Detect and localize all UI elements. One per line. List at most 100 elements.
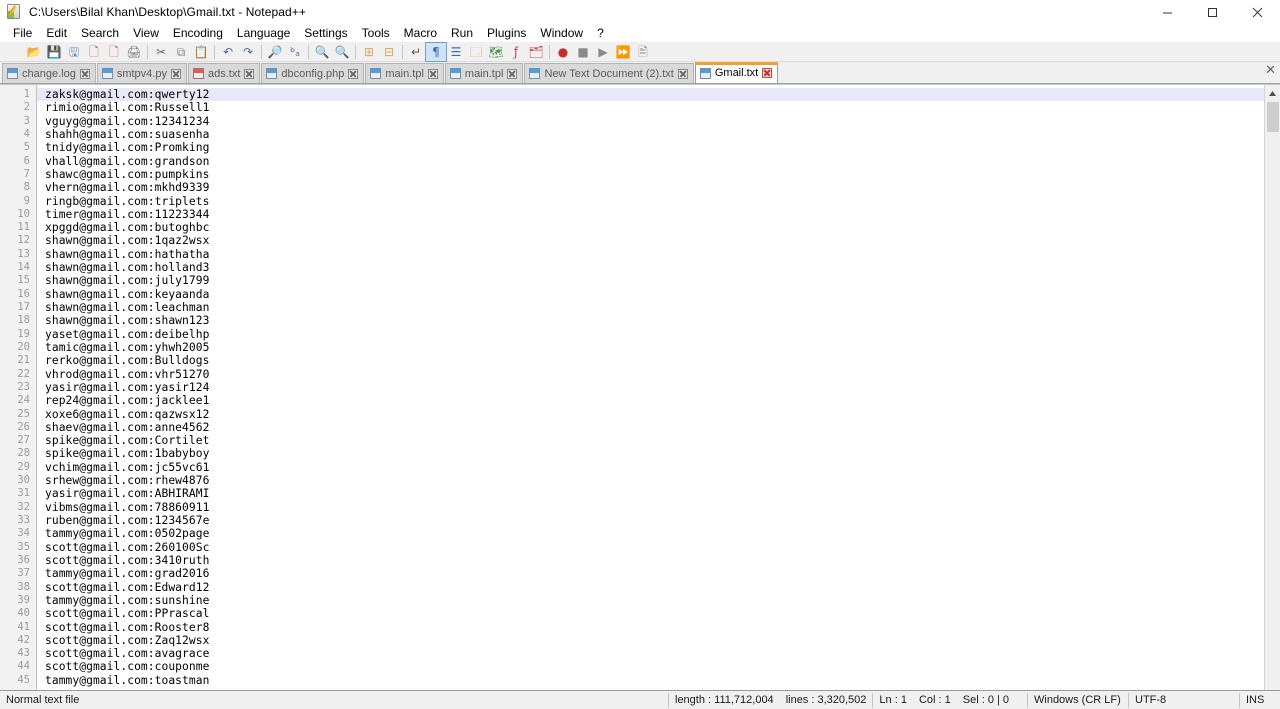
text-line[interactable]: rimio@gmail.com:Russell1 [45,101,1264,114]
scroll-up-arrow-icon[interactable] [1265,85,1280,101]
text-line[interactable]: tammy@gmail.com:0502page [45,527,1264,540]
macro-play-icon[interactable]: ▶ [593,43,613,61]
text-line[interactable]: xoxe6@gmail.com:qazwsx12 [45,408,1264,421]
text-line[interactable]: shawn@gmail.com:hathatha [45,248,1264,261]
text-line[interactable]: yasir@gmail.com:yasir124 [45,381,1264,394]
document-tab[interactable]: dbconfig.php [261,63,365,83]
text-line[interactable]: spike@gmail.com:Cortilet [45,434,1264,447]
close-button[interactable] [1235,0,1280,24]
user-defined-language-icon[interactable]: 🗔 [466,43,486,61]
tab-close-icon[interactable] [677,68,688,79]
function-list-icon[interactable]: ƒ [506,43,526,61]
tab-close-icon[interactable] [244,68,255,79]
paste-icon[interactable]: 📋 [191,43,211,61]
maximize-button[interactable] [1190,0,1235,24]
menu-view[interactable]: View [126,24,166,42]
macro-stop-icon[interactable]: ■ [573,43,593,61]
text-line[interactable]: vibms@gmail.com:78860911 [45,501,1264,514]
sync-horizontal-scroll-icon[interactable]: ⊟ [379,43,399,61]
text-line[interactable]: tammy@gmail.com:grad2016 [45,567,1264,580]
document-tab[interactable]: smtpv4.py [96,63,187,83]
document-tab[interactable]: Gmail.txt [694,62,779,83]
menu-encoding[interactable]: Encoding [166,24,230,42]
text-line[interactable]: scott@gmail.com:Rooster8 [45,621,1264,634]
save-all-icon[interactable]: 🖫 [64,43,84,61]
undo-icon[interactable]: ↶ [218,43,238,61]
zoom-in-icon[interactable]: 🔍 [312,43,332,61]
code-area[interactable]: 1 2 3 4 5 6 7 8 9 10 11 12 13 14 15 16 17 18 19 20 21 22 23 24 2… [0,85,1264,690]
tab-close-icon[interactable] [762,68,773,78]
text-line[interactable]: rep24@gmail.com:jacklee1 [45,394,1264,407]
text-line[interactable]: shawn@gmail.com:1qaz2wsx [45,234,1264,247]
text-line[interactable]: scott@gmail.com:couponme [45,660,1264,673]
text-line[interactable]: scott@gmail.com:Zaq12wsx [45,634,1264,647]
text-line[interactable]: shawn@gmail.com:july1799 [45,274,1264,287]
tab-close-icon[interactable] [507,68,518,79]
find-icon[interactable]: 🔎 [265,43,285,61]
text-line[interactable]: tammy@gmail.com:sunshine [45,594,1264,607]
document-map-icon[interactable]: 🗺 [486,43,506,61]
zoom-out-icon[interactable]: 🔍 [332,43,352,61]
cut-icon[interactable]: ✂ [151,43,171,61]
status-encoding[interactable]: UTF-8 [1129,691,1239,709]
menu-help[interactable]: ? [590,24,611,42]
text-line[interactable]: timer@gmail.com:11223344 [45,208,1264,221]
tab-close-icon[interactable] [170,68,181,79]
text-content[interactable]: zaksk@gmail.com:qwerty12 rimio@gmail.com:… [37,85,1264,690]
vertical-scrollbar[interactable] [1264,85,1280,690]
close-document-icon[interactable]: ✕ [1265,63,1276,77]
text-line[interactable]: tamic@gmail.com:yhwh2005 [45,341,1264,354]
document-list-icon[interactable]: 🗂 [526,43,546,61]
macro-run-multiple-icon[interactable]: ⏩ [613,43,633,61]
text-line[interactable]: scott@gmail.com:Edward12 [45,581,1264,594]
menu-file[interactable]: File [6,24,39,42]
text-line[interactable]: yaset@gmail.com:deibelhp [45,328,1264,341]
text-line[interactable]: zaksk@gmail.com:qwerty12 [37,88,1264,102]
run-macro-dialog-icon[interactable]: 🖹 [633,43,653,61]
text-line[interactable]: tammy@gmail.com:toastman [45,674,1264,687]
scrollbar-thumb[interactable] [1266,102,1279,132]
text-line[interactable]: shaev@gmail.com:anne4562 [45,421,1264,434]
text-line[interactable]: spike@gmail.com:1babyboy [45,447,1264,460]
document-tab[interactable]: New Text Document (2).txt [524,63,694,83]
tab-close-icon[interactable] [348,68,359,79]
text-line[interactable]: shawn@gmail.com:leachman [45,301,1264,314]
text-line[interactable]: vhall@gmail.com:grandson [45,155,1264,168]
save-icon[interactable]: 💾 [44,43,64,61]
menu-plugins[interactable]: Plugins [480,24,533,42]
sync-vertical-scroll-icon[interactable]: ⊞ [359,43,379,61]
show-all-characters-icon[interactable]: ¶ [425,41,447,62]
text-line[interactable]: scott@gmail.com:avagrace [45,647,1264,660]
minimize-button[interactable] [1145,0,1190,24]
close-all-files-icon[interactable]: 🗋 [104,43,124,61]
text-line[interactable]: shawn@gmail.com:holland3 [45,261,1264,274]
text-line[interactable]: vchim@gmail.com:jc55vc61 [45,461,1264,474]
scrollbar-track[interactable] [1265,132,1280,690]
print-icon[interactable]: 🖨 [124,43,144,61]
text-line[interactable]: vhern@gmail.com:mkhd9339 [45,181,1264,194]
text-line[interactable]: scott@gmail.com:3410ruth [45,554,1264,567]
document-tab[interactable]: change.log [2,63,96,83]
text-line[interactable]: ruben@gmail.com:1234567e [45,514,1264,527]
macro-record-icon[interactable]: ● [553,43,573,61]
replace-icon[interactable]: ᵇₐ [285,43,305,61]
text-line[interactable]: vhrod@gmail.com:vhr51270 [45,368,1264,381]
new-file-icon[interactable]: 🗋 [4,43,24,61]
menu-search[interactable]: Search [74,24,126,42]
text-line[interactable]: shawn@gmail.com:keyaanda [45,288,1264,301]
text-line[interactable]: ringb@gmail.com:triplets [45,195,1264,208]
menu-edit[interactable]: Edit [39,24,74,42]
text-line[interactable]: xpggd@gmail.com:butoghbc [45,221,1264,234]
text-line[interactable]: srhew@gmail.com:rhew4876 [45,474,1264,487]
status-insert-mode[interactable]: INS [1240,691,1280,709]
close-file-icon[interactable]: 🗋 [84,43,104,61]
redo-icon[interactable]: ↷ [238,43,258,61]
menu-settings[interactable]: Settings [297,24,354,42]
document-tab[interactable]: ads.txt [187,63,261,83]
text-line[interactable]: shawc@gmail.com:pumpkins [45,168,1264,181]
open-file-icon[interactable]: 📂 [24,43,44,61]
text-line[interactable]: shawn@gmail.com:shawn123 [45,314,1264,327]
document-tab[interactable]: main.tpl [444,63,524,83]
text-line[interactable]: rerko@gmail.com:Bulldogs [45,354,1264,367]
text-line[interactable]: tnidy@gmail.com:Promking [45,141,1264,154]
